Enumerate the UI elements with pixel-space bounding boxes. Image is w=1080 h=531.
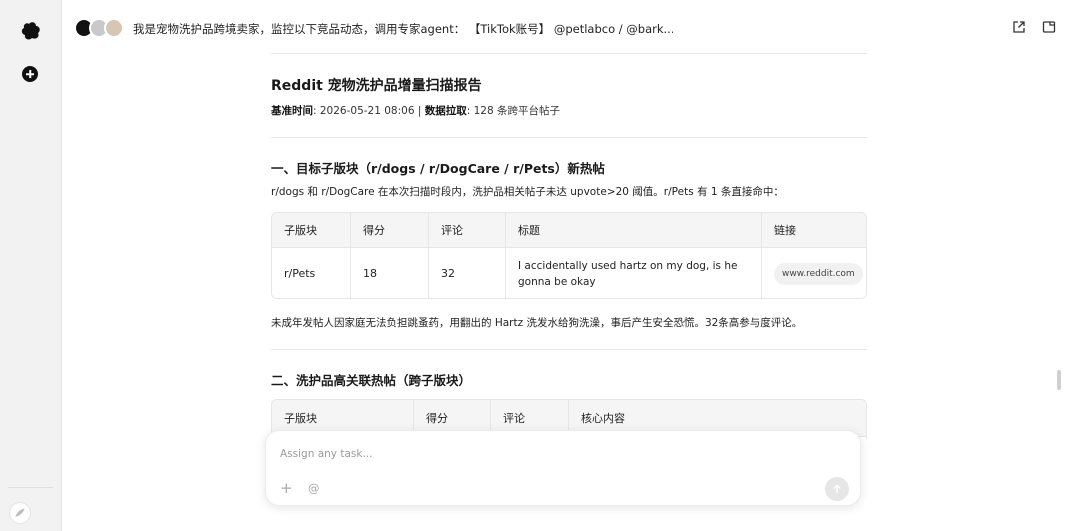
cell-score: 18 bbox=[350, 248, 428, 298]
mention-button[interactable]: @ bbox=[308, 481, 320, 495]
panel-icon[interactable] bbox=[1042, 20, 1056, 34]
cell-subreddit: r/Pets bbox=[284, 267, 316, 280]
share-icon[interactable] bbox=[1012, 20, 1026, 34]
report-meta: 基准时间: 2026-05-21 08:06 | 数据拉取: 128 条跨平台帖… bbox=[271, 103, 560, 118]
divider bbox=[271, 349, 867, 350]
section1-intro: r/dogs 和 r/DogCare 在本次扫描时段内，洗护品相关帖子未达 up… bbox=[271, 186, 784, 198]
meta-data-label: 数据拉取 bbox=[424, 105, 467, 117]
feather-icon bbox=[15, 508, 25, 517]
meta-time-label: 基准时间 bbox=[271, 105, 313, 117]
sidebar bbox=[0, 0, 62, 531]
column-header: 得分 bbox=[350, 213, 428, 247]
hot-posts-table: 子版块 得分 评论 标题 链接 r/Pets 18 32 I accidenta… bbox=[271, 212, 867, 299]
column-header: 链接 bbox=[761, 213, 866, 247]
add-attachment-button[interactable]: + bbox=[280, 481, 293, 496]
cell-link: www.reddit.com bbox=[761, 248, 866, 298]
column-header: 子版块 bbox=[284, 224, 317, 237]
divider bbox=[271, 137, 867, 138]
report-title: Reddit 宠物洗护品增量扫描报告 bbox=[271, 78, 482, 94]
header: 我是宠物洗护品跨境卖家，监控以下竞品动态，调用专家agent： 【TikTok账… bbox=[62, 0, 1080, 55]
reddit-link[interactable]: www.reddit.com bbox=[774, 262, 863, 285]
section2-heading: 二、洗护品高关联热帖（跨子版块） bbox=[271, 373, 472, 388]
agent-avatars bbox=[74, 18, 126, 38]
sidebar-divider bbox=[8, 487, 53, 488]
scrollbar-thumb[interactable] bbox=[1057, 370, 1061, 390]
section1-heading: 一、目标子版块（r/dogs / r/DogCare / r/Pets）新热帖 bbox=[271, 161, 605, 176]
task-composer: + @ bbox=[265, 430, 861, 506]
divider bbox=[271, 53, 867, 54]
meta-time-value: : 2026-05-21 08:06 | bbox=[313, 105, 425, 117]
cell-title: I accidentally used hartz on my dog, is … bbox=[505, 248, 761, 298]
main-area: 我是宠物洗护品跨境卖家，监控以下竞品动态，调用专家agent： 【TikTok账… bbox=[62, 0, 1080, 531]
user-avatar[interactable] bbox=[9, 502, 31, 524]
meta-data-value: : 128 条跨平台帖子 bbox=[466, 105, 560, 117]
section1-summary: 未成年发帖人因家庭无法负担跳蚤药，用翻出的 Hartz 洗发水给狗洗澡，事后产生… bbox=[271, 317, 803, 329]
task-input[interactable] bbox=[280, 448, 800, 460]
cell-comments: 32 bbox=[428, 248, 505, 298]
agent-avatar bbox=[104, 18, 124, 38]
arrow-up-icon bbox=[833, 484, 841, 493]
column-header: 评论 bbox=[428, 213, 505, 247]
column-header: 标题 bbox=[505, 213, 761, 247]
table-header-row: 子版块 得分 评论 标题 链接 bbox=[272, 213, 866, 248]
table-row: r/Pets 18 32 I accidentally used hartz o… bbox=[272, 248, 866, 298]
task-title: 我是宠物洗护品跨境卖家，监控以下竞品动态，调用专家agent： 【TikTok账… bbox=[133, 22, 673, 36]
app-logo-icon[interactable] bbox=[20, 20, 42, 42]
send-button[interactable] bbox=[825, 477, 849, 501]
new-task-button[interactable] bbox=[22, 66, 38, 82]
